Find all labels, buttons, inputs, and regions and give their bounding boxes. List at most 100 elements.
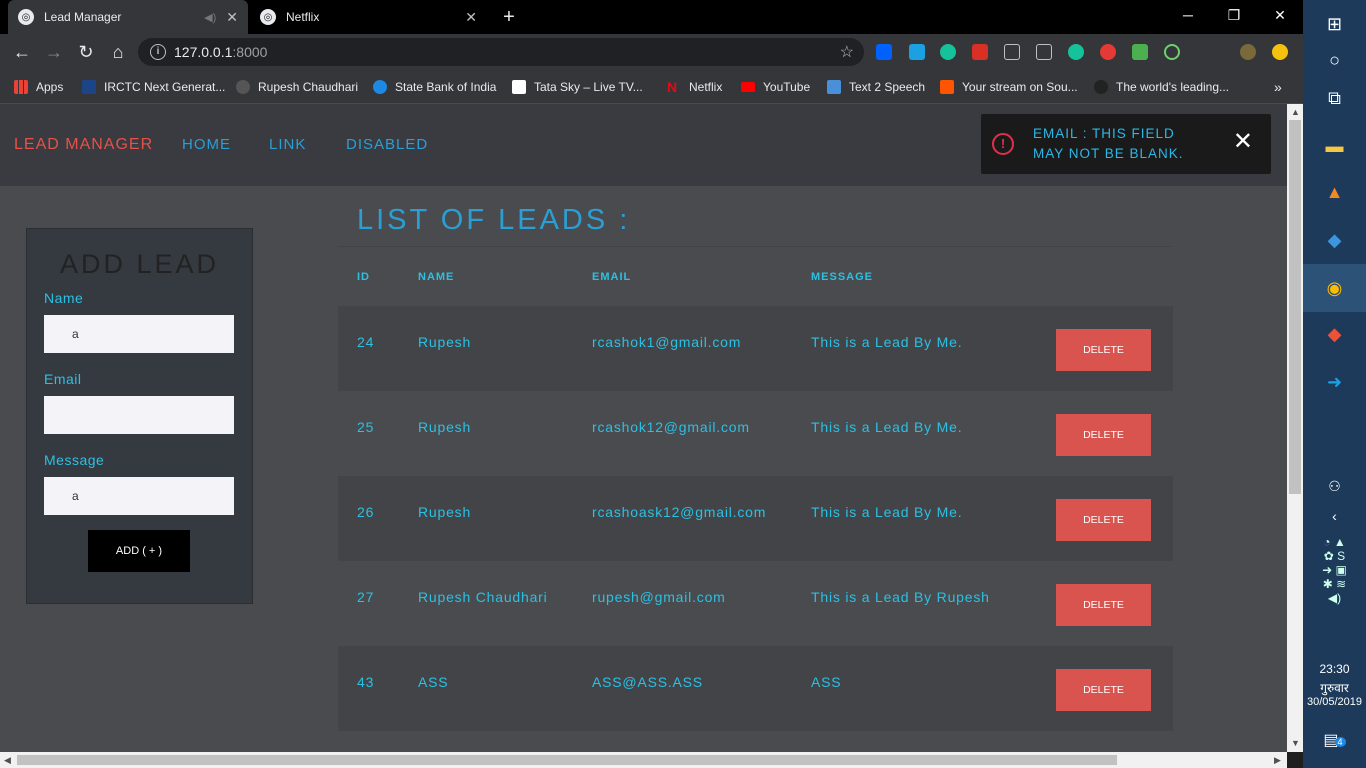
apps-grid-icon <box>14 80 28 94</box>
app-icon[interactable]: ➜ <box>1303 358 1366 406</box>
vertical-scrollbar[interactable]: ▲ ▼ <box>1287 104 1303 752</box>
scroll-down-icon[interactable]: ▼ <box>1291 738 1300 748</box>
cell-email: ASS@ASS.ASS <box>592 674 703 690</box>
add-lead-button[interactable]: ADD ( + ) <box>88 530 190 572</box>
nav-link[interactable]: LINK <box>269 136 306 153</box>
clock-time[interactable]: 23:30 <box>1303 662 1366 676</box>
task-view-icon[interactable]: ⧉ <box>1303 74 1366 122</box>
bookmark-soundcloud[interactable]: Your stream on Sou... <box>940 78 1078 96</box>
forward-button[interactable]: → <box>42 40 66 64</box>
cell-email: rcashok12@gmail.com <box>592 419 750 435</box>
bookmark-github[interactable]: The world's leading... <box>1094 78 1229 96</box>
tab-lead-manager[interactable]: ◎ Lead Manager ◀) ✕ <box>8 0 248 34</box>
email-label: Email <box>44 371 82 387</box>
clock-day[interactable]: गुरुवार <box>1303 679 1366 696</box>
alert-icon: ! <box>992 133 1014 155</box>
bookmark-label: Apps <box>36 80 64 94</box>
vlc-icon[interactable]: ▲ <box>1303 168 1366 216</box>
globe-icon: ◎ <box>18 9 34 25</box>
name-field[interactable] <box>44 315 234 353</box>
table-row: 27 Rupesh Chaudhari rupesh@gmail.com Thi… <box>338 561 1173 646</box>
delete-button[interactable]: DELETE <box>1056 669 1151 711</box>
notification-count-badge: 4 <box>1334 737 1346 747</box>
extension-icon[interactable] <box>1004 44 1020 60</box>
bookmark-irctc[interactable]: IRCTC Next Generat... <box>82 78 225 96</box>
back-button[interactable]: ← <box>10 40 34 64</box>
speaker-icon[interactable]: ◀) <box>204 11 216 24</box>
bookmark-star-icon[interactable]: ☆ <box>840 42 854 62</box>
extension-icon[interactable] <box>1068 44 1084 60</box>
table-row: 24 Rupesh rcashok1@gmail.com This is a L… <box>338 306 1173 391</box>
extension-icon[interactable] <box>972 44 988 60</box>
extension-icon[interactable] <box>1164 44 1180 60</box>
close-window-button[interactable]: ✕ <box>1257 0 1303 30</box>
home-button[interactable]: ⌂ <box>106 40 130 64</box>
email-field[interactable] <box>44 396 234 434</box>
update-icon[interactable] <box>1272 44 1288 60</box>
notification-center-icon[interactable]: ▤4 <box>1303 730 1366 750</box>
scrollbar-thumb[interactable] <box>17 755 1117 765</box>
toast-close-icon[interactable]: ✕ <box>1233 130 1253 154</box>
url-text[interactable]: 127.0.0.1:8000 <box>174 44 267 60</box>
bookmark-apps[interactable]: Apps <box>14 78 63 96</box>
reload-button[interactable]: ↻ <box>74 40 98 64</box>
tab-close-icon[interactable]: ✕ <box>226 9 238 26</box>
delete-button[interactable]: DELETE <box>1056 414 1151 456</box>
tray-icons[interactable]: ◔ ▲ ✿ S ➜ ▣ ✱ ≋ ◀) <box>1303 535 1366 605</box>
adblock-icon[interactable] <box>1100 44 1116 60</box>
new-tab-button[interactable]: + <box>498 6 520 28</box>
dropbox-icon[interactable] <box>876 44 892 60</box>
cell-id: 24 <box>357 334 375 350</box>
horizontal-scrollbar[interactable]: ◀ ▶ <box>0 752 1287 768</box>
bookmark-text2speech[interactable]: Text 2 Speech <box>827 78 925 96</box>
bookmark-label: State Bank of India <box>395 80 497 94</box>
column-header-message: MESSAGE <box>811 271 874 283</box>
bookmark-sbi[interactable]: State Bank of India <box>373 78 496 96</box>
toast-message: EMAIL : THIS FIELD MAY NOT BE BLANK. <box>1033 126 1184 161</box>
address-bar[interactable]: i 127.0.0.1:8000 ☆ <box>138 38 864 66</box>
tab-strip: ◎ Lead Manager ◀) ✕ ◎ Netflix ✕ + ─ ❐ ✕ <box>0 0 1303 34</box>
message-field[interactable] <box>44 477 234 515</box>
chrome-icon[interactable]: ◉ <box>1303 264 1366 312</box>
scrollbar-thumb[interactable] <box>1289 120 1301 494</box>
minimize-button[interactable]: ─ <box>1165 0 1211 30</box>
delete-button[interactable]: DELETE <box>1056 329 1151 371</box>
leads-title: LIST OF LEADS : <box>357 204 631 236</box>
github-icon <box>1094 80 1108 94</box>
nav-home[interactable]: HOME <box>182 136 231 153</box>
tab-close-icon[interactable]: ✕ <box>465 9 477 26</box>
extension-icon[interactable] <box>1132 44 1148 60</box>
profile-avatar[interactable] <box>1240 44 1256 60</box>
delete-button[interactable]: DELETE <box>1056 499 1151 541</box>
delete-button[interactable]: DELETE <box>1056 584 1151 626</box>
chevron-left-icon[interactable]: ‹ <box>1303 492 1366 540</box>
cube-icon[interactable] <box>1036 44 1052 60</box>
bookmark-label: Rupesh Chaudhari <box>258 80 359 94</box>
soundcloud-icon <box>940 80 954 94</box>
bookmark-tatasky[interactable]: Tata Sky – Live TV... <box>512 78 643 96</box>
extension-icon[interactable] <box>909 44 925 60</box>
bookmark-youtube[interactable]: YouTube <box>741 78 810 96</box>
cell-message: ASS <box>811 674 842 690</box>
vscode-icon[interactable]: ◆ <box>1303 216 1366 264</box>
bookmark-icon <box>512 80 526 94</box>
cell-message: This is a Lead By Me. <box>811 334 963 350</box>
table-row: 25 Rupesh rcashok12@gmail.com This is a … <box>338 391 1173 476</box>
scroll-up-icon[interactable]: ▲ <box>1291 107 1300 117</box>
tab-netflix[interactable]: ◎ Netflix ✕ <box>250 0 487 34</box>
scroll-right-icon[interactable]: ▶ <box>1274 755 1281 766</box>
bookmark-netflix[interactable]: N Netflix <box>667 78 722 96</box>
restore-button[interactable]: ❐ <box>1211 0 1257 30</box>
nav-disabled[interactable]: DISABLED <box>346 136 428 153</box>
git-icon[interactable]: ◆ <box>1303 310 1366 358</box>
clock-date[interactable]: 30/05/2019 <box>1303 696 1366 708</box>
cell-message: This is a Lead By Me. <box>811 504 963 520</box>
file-explorer-icon[interactable]: ▬ <box>1303 122 1366 170</box>
bookmark-label: Netflix <box>689 80 723 94</box>
bookmark-rupesh[interactable]: Rupesh Chaudhari <box>236 78 358 96</box>
bookmarks-overflow-icon[interactable]: » <box>1274 78 1282 96</box>
info-icon[interactable]: i <box>150 44 166 60</box>
brand-link[interactable]: LEAD MANAGER <box>14 136 153 154</box>
scroll-left-icon[interactable]: ◀ <box>4 755 11 766</box>
grammarly-icon[interactable] <box>940 44 956 60</box>
